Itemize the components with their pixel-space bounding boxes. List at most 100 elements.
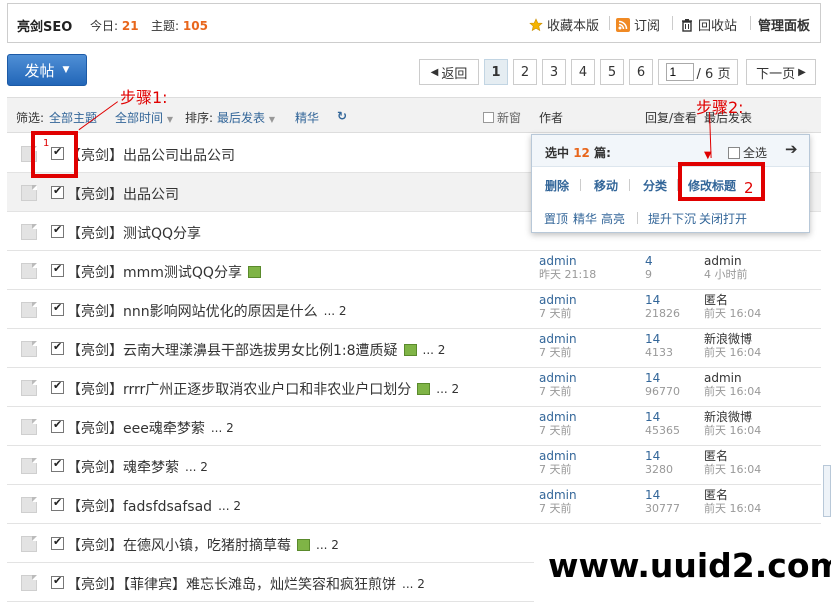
favorite-link[interactable]: 收藏本版 xyxy=(529,15,599,34)
reply-count[interactable]: 14 xyxy=(645,333,673,346)
author-time: 7 天前 xyxy=(539,307,572,320)
page-jump: / 6 页 xyxy=(658,59,738,85)
thread-title[interactable]: 【亮剑】云南大理漾濞县干部选拔男女比例1:8遭质疑 xyxy=(67,340,398,360)
divider xyxy=(609,16,610,30)
thread-pages[interactable]: ... 2 xyxy=(402,577,425,591)
today-stat: 今日: 21 xyxy=(90,19,139,33)
thread-checkbox[interactable] xyxy=(51,262,64,277)
page-4[interactable]: 4 xyxy=(571,59,595,85)
thread-checkbox[interactable] xyxy=(51,535,64,550)
page-input[interactable] xyxy=(665,63,694,81)
thread-title[interactable]: 【亮剑】魂牵梦萦 xyxy=(67,457,179,477)
caret-down-icon: ▼ xyxy=(166,115,173,124)
admin-panel-link[interactable]: 管理面板 xyxy=(758,15,810,34)
recycle-link[interactable]: 回收站 xyxy=(680,15,737,34)
back-button[interactable]: ◀ 返回 xyxy=(419,59,479,85)
thread-title[interactable]: 【亮剑】nnn影响网站优化的原因是什么 xyxy=(67,301,318,321)
author-name[interactable]: admin xyxy=(539,411,577,424)
thread-pages[interactable]: ... 2 xyxy=(316,538,339,552)
filter-all-topics[interactable]: 全部主题 xyxy=(49,109,97,126)
thread-checkbox[interactable] xyxy=(51,184,64,199)
reply-count[interactable]: 4 xyxy=(645,255,653,268)
select-all[interactable]: 全选 xyxy=(728,144,767,161)
last-poster[interactable]: admin xyxy=(704,255,748,268)
reply-count[interactable]: 14 xyxy=(645,294,680,307)
reply-count[interactable]: 14 xyxy=(645,372,680,385)
thread-counts: 14 4133 xyxy=(645,333,673,360)
thread-row: 【亮剑】nnn影响网站优化的原因是什么 ... 2 admin7 天前 1421826… xyxy=(7,290,821,329)
thread-title[interactable]: 【亮剑】mmm测试QQ分享 xyxy=(67,262,242,282)
stick-button[interactable]: 置顶 xyxy=(544,210,568,227)
thread-pages[interactable]: ... 2 xyxy=(185,460,208,474)
last-poster[interactable]: admin xyxy=(704,372,761,385)
thread-checkbox[interactable] xyxy=(51,301,64,316)
thread-title[interactable]: 【亮剑】rrrr广州正逐步取消农业户口和非农业户口划分 xyxy=(67,379,411,399)
page-5[interactable]: 5 xyxy=(600,59,624,85)
reply-count[interactable]: 14 xyxy=(645,411,680,424)
chevron-right-icon: ▶ xyxy=(798,66,806,78)
thread-title[interactable]: 【亮剑】在德风小镇，吃猪肘摘草莓 xyxy=(67,535,291,555)
thread-title[interactable]: 【亮剑】出品公司 xyxy=(67,184,179,204)
thread-title[interactable]: 【亮剑】eee魂牵梦萦 xyxy=(67,418,205,438)
last-poster[interactable]: 匿名 xyxy=(704,489,761,502)
thread-checkbox[interactable] xyxy=(51,457,64,472)
thread-pages[interactable]: ... 2 xyxy=(218,499,241,513)
reply-count[interactable]: 14 xyxy=(645,489,680,502)
post-button[interactable]: 发帖 ▼ xyxy=(7,54,87,86)
thread-checkbox[interactable] xyxy=(51,496,64,511)
highlight-button[interactable]: 高亮 xyxy=(601,210,625,227)
thread-pages[interactable]: ... 2 xyxy=(324,304,347,318)
last-poster[interactable]: 匿名 xyxy=(704,450,761,463)
filter-all-time[interactable]: 全部时间 ▼ xyxy=(115,109,173,126)
page-3[interactable]: 3 xyxy=(542,59,566,85)
thread-pages[interactable]: ... 2 xyxy=(211,421,234,435)
author-name[interactable]: admin xyxy=(539,333,577,346)
refresh-icon[interactable]: ↻ xyxy=(337,109,347,123)
author-name[interactable]: admin xyxy=(539,372,577,385)
thread-last-post: admin 前天 16:04 xyxy=(704,372,761,399)
author-name[interactable]: admin xyxy=(539,450,577,463)
move-button[interactable]: 移动 xyxy=(594,177,618,194)
thread-checkbox[interactable] xyxy=(51,379,64,394)
page-1[interactable]: 1 xyxy=(484,59,508,85)
thread-pages[interactable]: ... 2 xyxy=(423,343,446,357)
next-page-button[interactable]: 下一页 ▶ xyxy=(746,59,816,85)
side-scroll-tab[interactable] xyxy=(823,465,831,517)
thread-counts: 14 21826 xyxy=(645,294,680,321)
thread-title[interactable]: 【亮剑】出品公司出品公司 xyxy=(67,145,235,165)
last-poster[interactable]: 新浪微博 xyxy=(704,333,761,346)
thread-checkbox[interactable] xyxy=(51,340,64,355)
author-name[interactable]: admin xyxy=(539,255,596,268)
sort-last-post[interactable]: 最后发表 ▼ xyxy=(217,109,275,126)
filter-digest[interactable]: 精华 xyxy=(295,109,319,126)
author-name[interactable]: admin xyxy=(539,489,577,502)
digest-button[interactable]: 精华 xyxy=(573,210,597,227)
thread-pages[interactable]: ... 2 xyxy=(436,382,459,396)
thread-title[interactable]: 【亮剑】测试QQ分享 xyxy=(67,223,201,243)
close-open-button[interactable]: 关闭打开 xyxy=(699,210,747,227)
thread-checkbox[interactable] xyxy=(51,574,64,589)
author-name[interactable]: admin xyxy=(539,294,577,307)
classify-button[interactable]: 分类 xyxy=(643,177,667,194)
thread-title[interactable]: 【亮剑】【菲律宾】难忘长滩岛，灿烂笑容和疯狂煎饼 xyxy=(67,574,396,594)
page-2[interactable]: 2 xyxy=(513,59,537,85)
thread-title[interactable]: 【亮剑】fadsfdsafsad xyxy=(67,496,212,516)
last-poster[interactable]: 新浪微博 xyxy=(704,411,761,424)
delete-button[interactable]: 删除 xyxy=(545,177,569,194)
divider xyxy=(750,16,751,30)
arrow-right-icon[interactable]: ➔ xyxy=(785,140,798,158)
thread-author: admin 昨天 21:18 xyxy=(539,255,597,282)
subscribe-link[interactable]: 订阅 xyxy=(616,15,660,34)
page-6[interactable]: 6 xyxy=(629,59,653,85)
reply-count[interactable]: 14 xyxy=(645,450,673,463)
last-poster[interactable]: 匿名 xyxy=(704,294,761,307)
thread-checkbox[interactable] xyxy=(51,223,64,238)
thread-checkbox[interactable] xyxy=(51,418,64,433)
bump-button[interactable]: 提升下沉 xyxy=(648,210,696,227)
forum-header: 亮剑SEO 今日: 21 主题: 105 收藏本版 订阅 回收站 管理面板 xyxy=(7,3,821,43)
view-count: 45365 xyxy=(645,424,680,437)
select-all-checkbox[interactable] xyxy=(728,146,740,159)
new-window-toggle[interactable]: 新窗 xyxy=(483,109,521,126)
author-time: 昨天 21:18 xyxy=(539,268,597,281)
checkbox[interactable] xyxy=(483,112,494,123)
